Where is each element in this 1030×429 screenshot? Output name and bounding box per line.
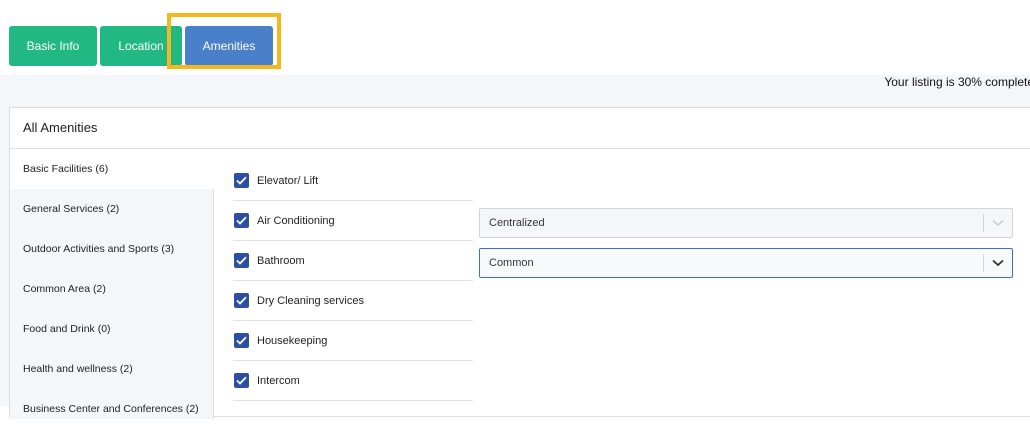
panel-title: All Amenities — [23, 120, 98, 135]
tab-bar: Basic Info Location Amenities — [0, 0, 1030, 75]
category-sidebar: Basic Facilities (6) General Services (2… — [10, 149, 214, 419]
amenity-row-air-conditioning: Air Conditioning — [233, 201, 473, 241]
listing-progress-text: Your listing is 30% complete — [884, 75, 1030, 89]
tab-basic-info[interactable]: Basic Info — [9, 26, 97, 66]
amenity-checkbox-bathroom[interactable] — [234, 253, 249, 268]
amenity-checkbox-dry-cleaning[interactable] — [234, 293, 249, 308]
amenity-row-elevator: Elevator/ Lift — [233, 161, 473, 201]
amenity-checkbox-intercom[interactable] — [234, 373, 249, 388]
tab-location[interactable]: Location — [100, 26, 182, 66]
amenity-checkbox-air-conditioning[interactable] — [234, 213, 249, 228]
check-icon — [236, 376, 247, 385]
amenity-label: Elevator/ Lift — [257, 174, 319, 187]
amenity-label: Air Conditioning — [257, 214, 335, 227]
category-business-center[interactable]: Business Center and Conferences (2) — [10, 389, 213, 429]
bathroom-type-select[interactable]: Common — [479, 248, 1013, 278]
category-common-area[interactable]: Common Area (2) — [10, 269, 213, 309]
amenities-panel: All Amenities Basic Facilities (6) Gener… — [9, 107, 1030, 419]
check-icon — [236, 216, 247, 225]
select-value: Centralized — [489, 217, 545, 229]
check-icon — [236, 336, 247, 345]
amenity-checkbox-housekeeping[interactable] — [234, 333, 249, 348]
tab-amenities[interactable]: Amenities — [185, 26, 273, 66]
category-general-services[interactable]: General Services (2) — [10, 189, 213, 229]
check-icon — [236, 256, 247, 265]
air-conditioning-type-select[interactable]: Centralized — [479, 208, 1013, 238]
amenity-label: Intercom — [257, 374, 300, 387]
select-value: Common — [489, 257, 534, 269]
amenity-label: Dry Cleaning services — [257, 294, 364, 307]
category-health-wellness[interactable]: Health and wellness (2) — [10, 349, 213, 389]
category-outdoor-activities[interactable]: Outdoor Activities and Sports (3) — [10, 229, 213, 269]
amenity-row-intercom: Intercom — [233, 361, 473, 401]
chevron-down-icon[interactable] — [984, 219, 1012, 227]
chevron-down-icon[interactable] — [984, 259, 1012, 267]
amenity-label: Housekeeping — [257, 334, 328, 347]
amenity-row-housekeeping: Housekeeping — [233, 321, 473, 361]
amenity-checkbox-elevator[interactable] — [234, 173, 249, 188]
amenity-row-bathroom: Bathroom — [233, 241, 473, 281]
check-icon — [236, 176, 247, 185]
category-food-and-drink[interactable]: Food and Drink (0) — [10, 309, 213, 349]
amenity-label: Bathroom — [257, 254, 305, 267]
amenity-row-dry-cleaning: Dry Cleaning services — [233, 281, 473, 321]
check-icon — [236, 296, 247, 305]
category-basic-facilities[interactable]: Basic Facilities (6) — [10, 149, 214, 189]
